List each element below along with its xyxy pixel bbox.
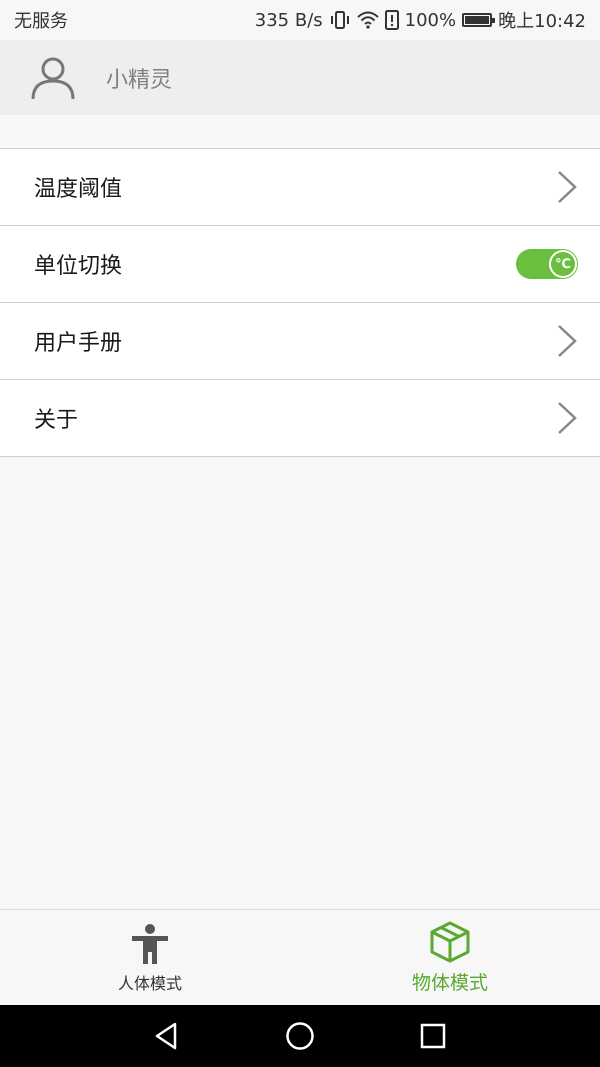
wifi-icon	[356, 11, 379, 29]
battery-icon	[462, 13, 496, 27]
user-icon[interactable]	[30, 55, 76, 101]
settings-item-label: 关于	[34, 408, 79, 433]
clock-time: 晚上10:42	[498, 11, 586, 32]
celsius-label: ℃	[555, 256, 571, 272]
battery-percent: 100%	[404, 9, 457, 31]
tab-label: 人体模式	[117, 973, 182, 993]
alert-sim-icon	[384, 10, 399, 30]
tab-label: 物体模式	[411, 972, 488, 994]
settings-list: 温度阈值 单位切换 ℃ 用户手册 关于	[0, 148, 600, 457]
vibrate-icon	[329, 10, 351, 30]
unit-toggle[interactable]: ℃	[516, 249, 578, 279]
recents-icon[interactable]	[417, 1020, 449, 1052]
back-icon[interactable]	[151, 1020, 183, 1052]
app-header: 小精灵	[0, 40, 600, 115]
chevron-right-icon	[558, 171, 577, 203]
chevron-right-icon	[558, 325, 577, 357]
page-title: 小精灵	[106, 67, 173, 93]
chevron-right-icon	[558, 402, 577, 434]
settings-item-user-manual[interactable]: 用户手册	[0, 303, 600, 380]
person-icon	[132, 923, 168, 964]
box-icon	[430, 921, 470, 963]
tab-object-mode[interactable]: 物体模式	[300, 910, 600, 1005]
system-nav-bar	[0, 1005, 600, 1067]
home-icon[interactable]	[284, 1020, 316, 1052]
settings-item-unit-switch: 单位切换 ℃	[0, 226, 600, 303]
bottom-tab-bar: 人体模式 物体模式	[0, 909, 600, 1005]
settings-item-about[interactable]: 关于	[0, 380, 600, 457]
toggle-knob: ℃	[549, 250, 577, 278]
settings-item-label: 用户手册	[34, 331, 123, 356]
settings-item-label: 温度阈值	[34, 177, 123, 202]
tab-body-mode[interactable]: 人体模式	[0, 910, 300, 1005]
network-speed: 335 B/s	[254, 9, 323, 31]
status-bar: 无服务 335 B/s 100% 晚上10:42	[0, 0, 600, 40]
status-right: 335 B/s 100% 晚上10:42	[255, 7, 586, 33]
settings-item-temperature-threshold[interactable]: 温度阈值	[0, 149, 600, 226]
carrier-text: 无服务	[14, 11, 68, 32]
settings-item-label: 单位切换	[34, 254, 123, 279]
